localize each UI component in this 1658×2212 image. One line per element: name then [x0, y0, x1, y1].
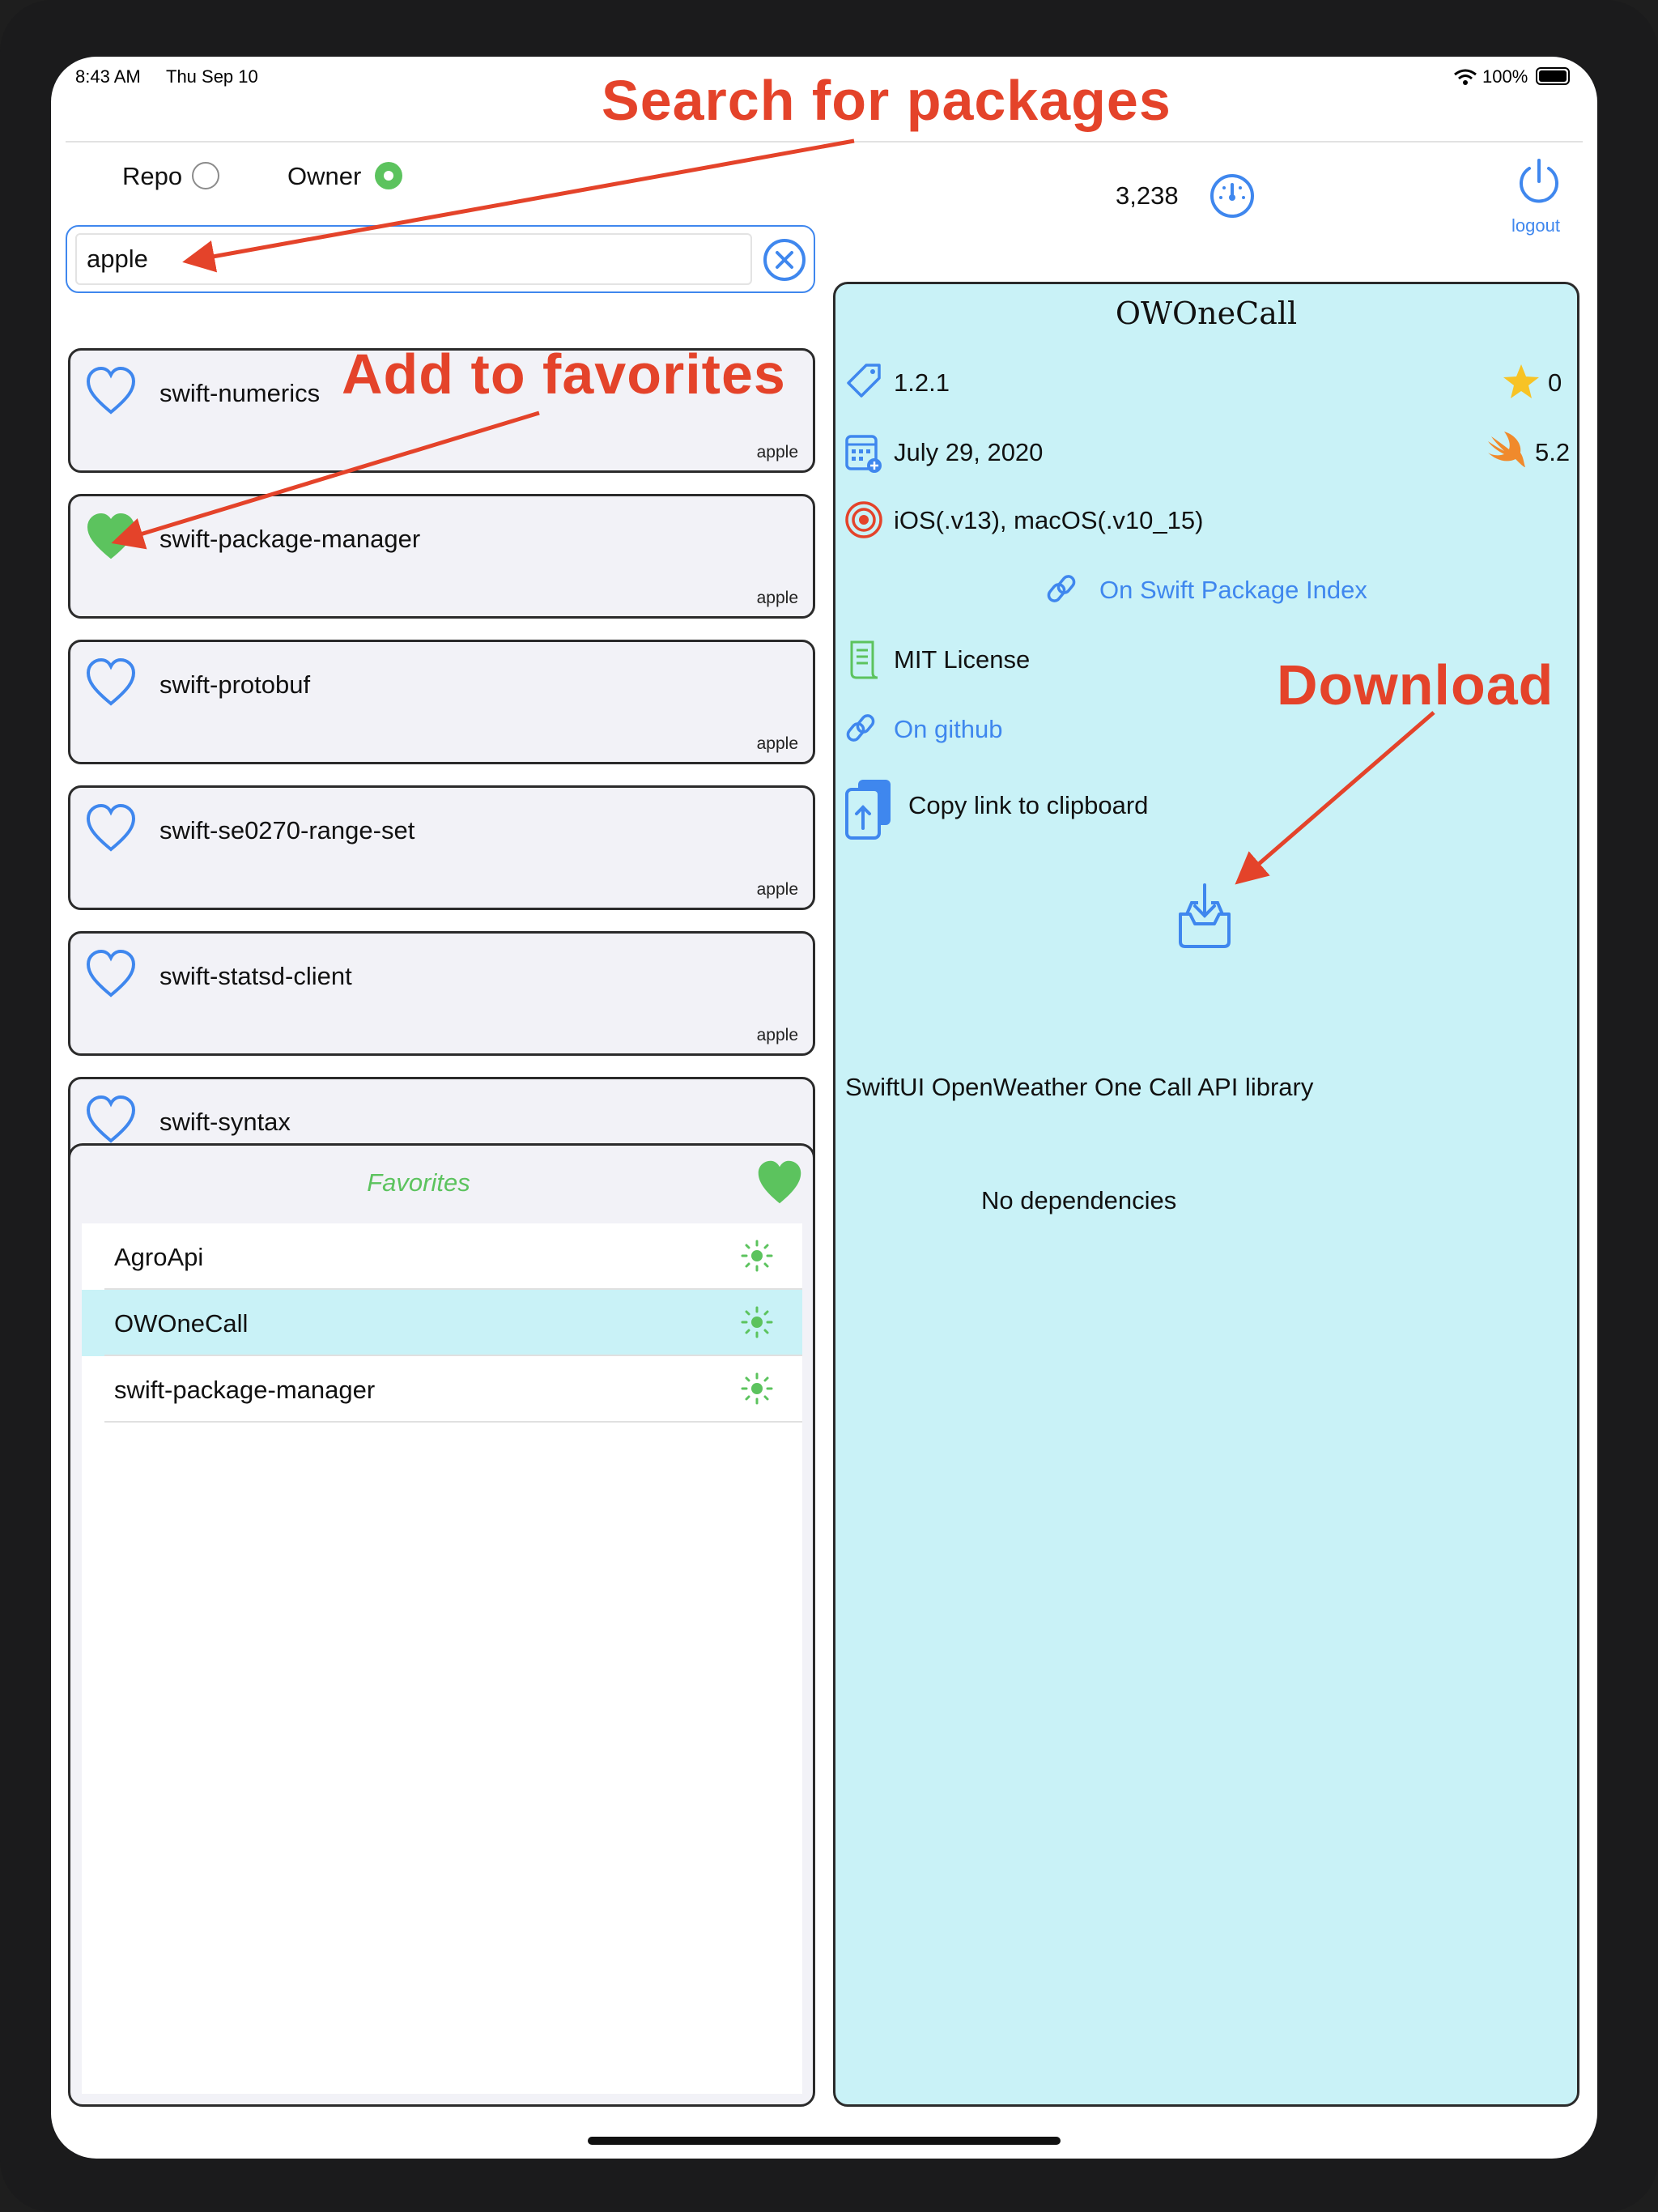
download-arrow — [1235, 711, 1435, 885]
annotation-arrows — [111, 138, 1435, 885]
search-arrow — [182, 138, 855, 273]
app-screen: 8:43 AM Thu Sep 10 100% Repo Owner 3,238… — [51, 57, 1597, 2159]
ipad-frame: 8:43 AM Thu Sep 10 100% Repo Owner 3,238… — [0, 0, 1658, 2212]
home-indicator — [588, 2137, 1061, 2145]
favorites-arrow — [111, 410, 540, 550]
